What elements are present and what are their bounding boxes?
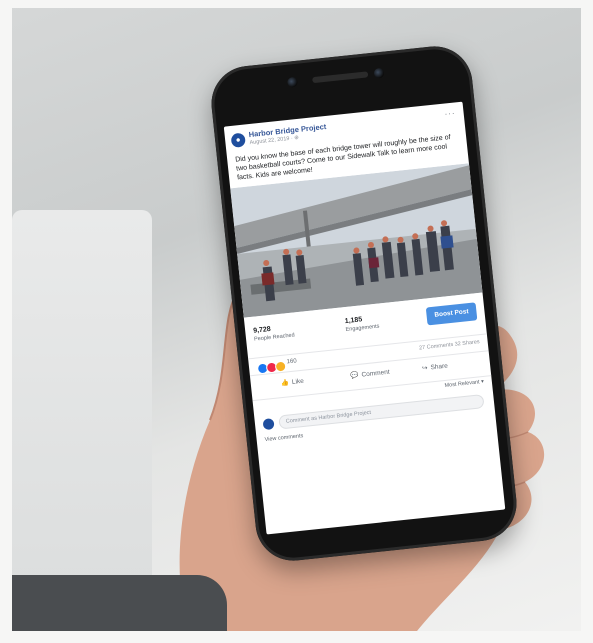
most-relevant-dropdown[interactable]: Most Relevant ▾ xyxy=(444,379,484,389)
thumbs-up-icon: 👍 xyxy=(280,379,290,388)
page-avatar-icon[interactable]: ● xyxy=(230,132,246,148)
boost-post-button[interactable]: Boost Post xyxy=(425,302,478,326)
commenter-avatar-icon xyxy=(262,418,275,431)
comment-label: Comment xyxy=(361,368,390,379)
wow-reaction-icon xyxy=(274,360,287,373)
engagements-label: Engagements xyxy=(345,323,380,334)
speech-bubble-icon: 💬 xyxy=(350,371,359,380)
reaction-icons xyxy=(256,359,287,375)
smartphone: ● Harbor Bridge Project August 22, 2019 … xyxy=(207,42,521,565)
comment-button[interactable]: 💬 Comment xyxy=(350,368,390,380)
post-photo[interactable] xyxy=(230,163,483,318)
people-reached-count: 9,728 xyxy=(252,325,272,335)
view-comments-link[interactable]: View comments xyxy=(264,433,303,443)
share-label: Share xyxy=(430,362,449,372)
reaction-count[interactable]: 160 xyxy=(286,358,297,365)
background-wall xyxy=(12,210,152,590)
like-button[interactable]: 👍 Like xyxy=(280,377,305,388)
globe-icon: ⊕ xyxy=(293,134,300,142)
share-arrow-icon: ↪ xyxy=(421,364,428,373)
phone-screen: ● Harbor Bridge Project August 22, 2019 … xyxy=(223,101,506,535)
like-label: Like xyxy=(291,377,305,386)
sweater-sleeve xyxy=(12,575,227,643)
engagements-count: 1,185 xyxy=(344,316,363,326)
comments-shares-count[interactable]: 27 Comments 32 Shares xyxy=(419,339,480,351)
share-button[interactable]: ↪ Share xyxy=(421,362,449,373)
more-dots-icon[interactable]: ··· xyxy=(444,108,456,118)
